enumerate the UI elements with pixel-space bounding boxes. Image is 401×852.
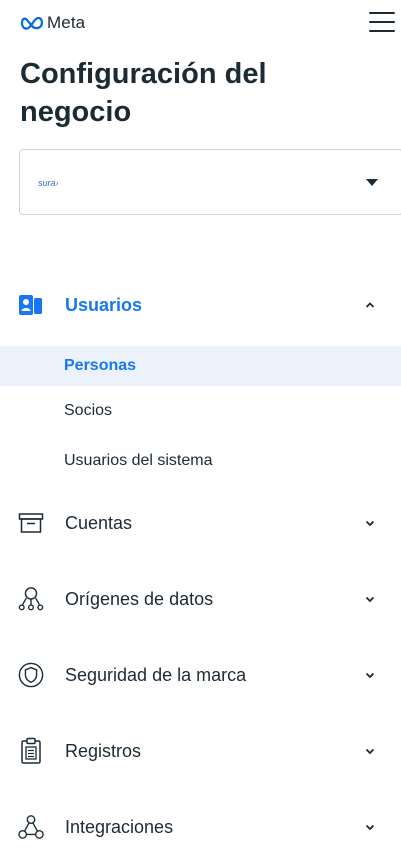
chevron-up-icon[interactable] [365, 300, 375, 310]
clipboard-icon [18, 737, 44, 764]
nav-section-registros[interactable]: Registros [0, 726, 401, 776]
sub-item-label: Socios [64, 402, 113, 419]
nav-label-integraciones: Integraciones [65, 816, 174, 837]
meta-infinity-icon [20, 16, 43, 30]
sub-item-socios[interactable]: Socios [0, 391, 401, 431]
nav-section-integraciones[interactable]: Integraciones [0, 802, 401, 852]
chevron-down-icon[interactable] [365, 518, 375, 528]
nav-label-usuarios: Usuarios [65, 294, 143, 315]
inbox-tray-icon [18, 510, 44, 536]
shield-icon [18, 662, 44, 688]
sub-item-usuarios-del-sistema[interactable]: Usuarios del sistema [0, 441, 401, 481]
chevron-down-icon[interactable] [365, 822, 375, 832]
people-network-icon [18, 586, 44, 612]
top-bar: Meta [0, 0, 401, 52]
hamburger-menu-icon[interactable] [369, 10, 395, 34]
caret-down-icon [366, 179, 378, 186]
meta-logo[interactable]: Meta [20, 12, 85, 34]
page-title: Configuración del negocio [20, 58, 267, 128]
business-selector[interactable]: sura› [19, 149, 401, 215]
chevron-down-icon[interactable] [365, 670, 375, 680]
sub-item-label: Personas [64, 357, 137, 374]
nav-section-origenes-de-datos[interactable]: Orígenes de datos [0, 574, 401, 624]
users-icon [18, 292, 44, 318]
business-logo: sura› [38, 178, 59, 188]
nav-label-seguridad-de-la-marca: Seguridad de la marca [65, 664, 247, 685]
nav-section-usuarios[interactable]: Usuarios [0, 280, 401, 330]
chevron-down-icon[interactable] [365, 746, 375, 756]
integrations-icon [18, 814, 44, 840]
nav-section-cuentas[interactable]: Cuentas [0, 498, 401, 548]
nav-section-seguridad-de-la-marca[interactable]: Seguridad de la marca [0, 650, 401, 700]
nav-label-cuentas: Cuentas [65, 512, 133, 533]
nav-label-origenes-de-datos: Orígenes de datos [65, 588, 214, 609]
sub-item-personas[interactable]: Personas [0, 346, 401, 386]
sub-item-label: Usuarios del sistema [64, 452, 213, 469]
brand-name: Meta [47, 13, 86, 32]
chevron-down-icon[interactable] [365, 594, 375, 604]
nav-label-registros: Registros [65, 740, 142, 761]
